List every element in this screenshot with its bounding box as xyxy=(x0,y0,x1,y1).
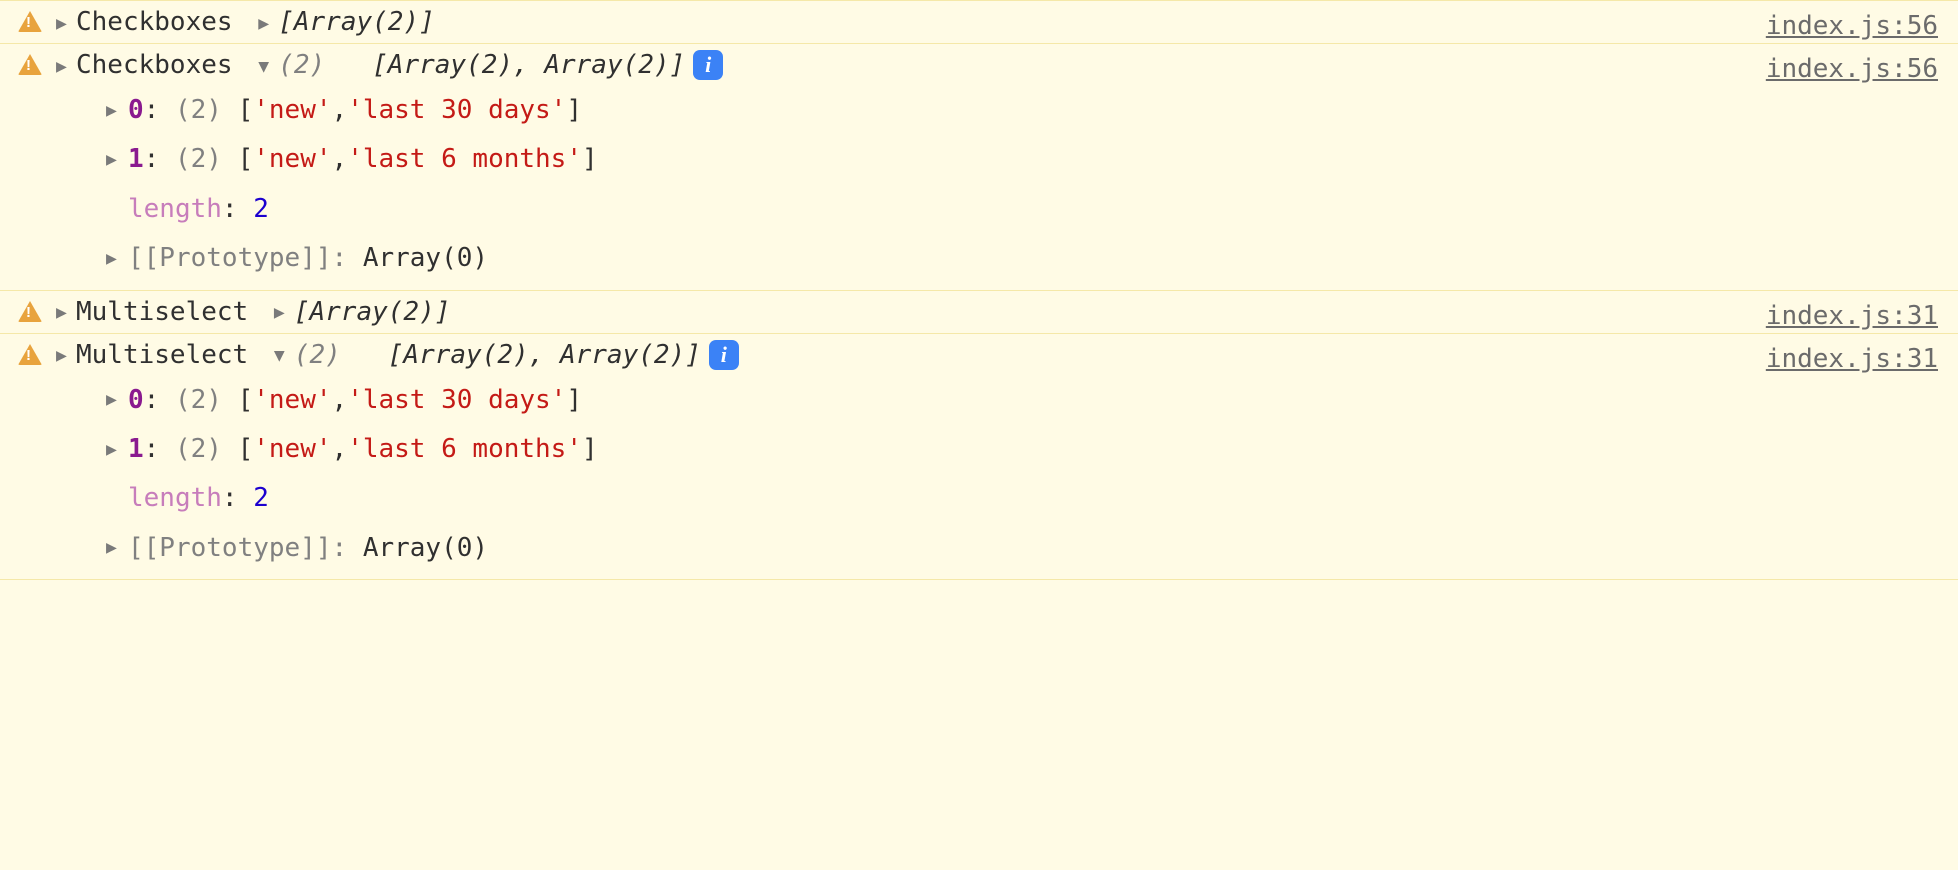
warning-icon xyxy=(18,301,42,322)
expanded-properties: ▶ 0: (2) ['new', 'last 30 days'] ▶ 1: (2… xyxy=(56,370,1940,574)
length-row: ▶ length: 2 xyxy=(106,185,1940,234)
array-preview[interactable]: [Array(2)] xyxy=(294,297,451,327)
length-row: ▶ length: 2 xyxy=(106,474,1940,523)
log-label: Checkboxes xyxy=(76,50,233,80)
prototype-row[interactable]: ▶ [[Prototype]]: Array(0) xyxy=(106,234,1940,283)
array-preview[interactable]: [Array(2)] xyxy=(278,7,435,37)
source-link[interactable]: index.js:31 xyxy=(1766,301,1938,331)
chevron-right-icon[interactable]: ▶ xyxy=(106,94,128,128)
expanded-properties: ▶ 0: (2) ['new', 'last 30 days'] ▶ 1: (2… xyxy=(56,80,1940,284)
chevron-right-icon[interactable]: ▶ xyxy=(106,242,128,276)
array-index-row[interactable]: ▶ 1: (2) ['new', 'last 6 months'] xyxy=(106,135,1940,184)
array-index-row[interactable]: ▶ 1: (2) ['new', 'last 6 months'] xyxy=(106,425,1940,474)
prototype-row[interactable]: ▶ [[Prototype]]: Array(0) xyxy=(106,524,1940,573)
console-warning-row: ▶ Multiselect ▶ [Array(2)] index.js:31 xyxy=(0,291,1958,334)
console-warning-row: ▶ Checkboxes ▼ (2) [Array(2), Array(2)] … xyxy=(0,44,1958,291)
disclose-label-icon[interactable]: ▶ xyxy=(56,54,76,77)
array-preview-expanded[interactable]: (2) [Array(2), Array(2)] xyxy=(278,50,685,80)
warning-icon xyxy=(18,344,42,365)
disclose-value-icon[interactable]: ▶ xyxy=(258,11,278,34)
log-label: Checkboxes xyxy=(76,7,233,37)
array-index-row[interactable]: ▶ 0: (2) ['new', 'last 30 days'] xyxy=(106,86,1940,135)
disclose-value-icon[interactable]: ▼ xyxy=(258,54,278,77)
console-warning-row: ▶ Checkboxes ▶ [Array(2)] index.js:56 xyxy=(0,0,1958,44)
log-label: Multiselect xyxy=(76,340,248,370)
warning-icon xyxy=(18,54,42,75)
chevron-right-icon[interactable]: ▶ xyxy=(106,143,128,177)
disclose-label-icon[interactable]: ▶ xyxy=(56,300,76,323)
disclose-label-icon[interactable]: ▶ xyxy=(56,343,76,366)
disclose-value-icon[interactable]: ▼ xyxy=(274,343,294,366)
warning-icon xyxy=(18,11,42,32)
disclose-label-icon[interactable]: ▶ xyxy=(56,11,76,34)
array-index-row[interactable]: ▶ 0: (2) ['new', 'last 30 days'] xyxy=(106,376,1940,425)
disclose-value-icon[interactable]: ▶ xyxy=(274,300,294,323)
source-link[interactable]: index.js:56 xyxy=(1766,11,1938,41)
chevron-right-icon[interactable]: ▶ xyxy=(106,531,128,565)
chevron-right-icon[interactable]: ▶ xyxy=(106,383,128,417)
array-preview-expanded[interactable]: (2) [Array(2), Array(2)] xyxy=(294,340,701,370)
log-label: Multiselect xyxy=(76,297,248,327)
chevron-right-icon[interactable]: ▶ xyxy=(106,433,128,467)
console-warning-row: ▶ Multiselect ▼ (2) [Array(2), Array(2)]… xyxy=(0,334,1958,581)
source-link[interactable]: index.js:56 xyxy=(1766,54,1938,84)
source-link[interactable]: index.js:31 xyxy=(1766,344,1938,374)
info-icon[interactable]: i xyxy=(709,340,739,370)
info-icon[interactable]: i xyxy=(693,50,723,80)
